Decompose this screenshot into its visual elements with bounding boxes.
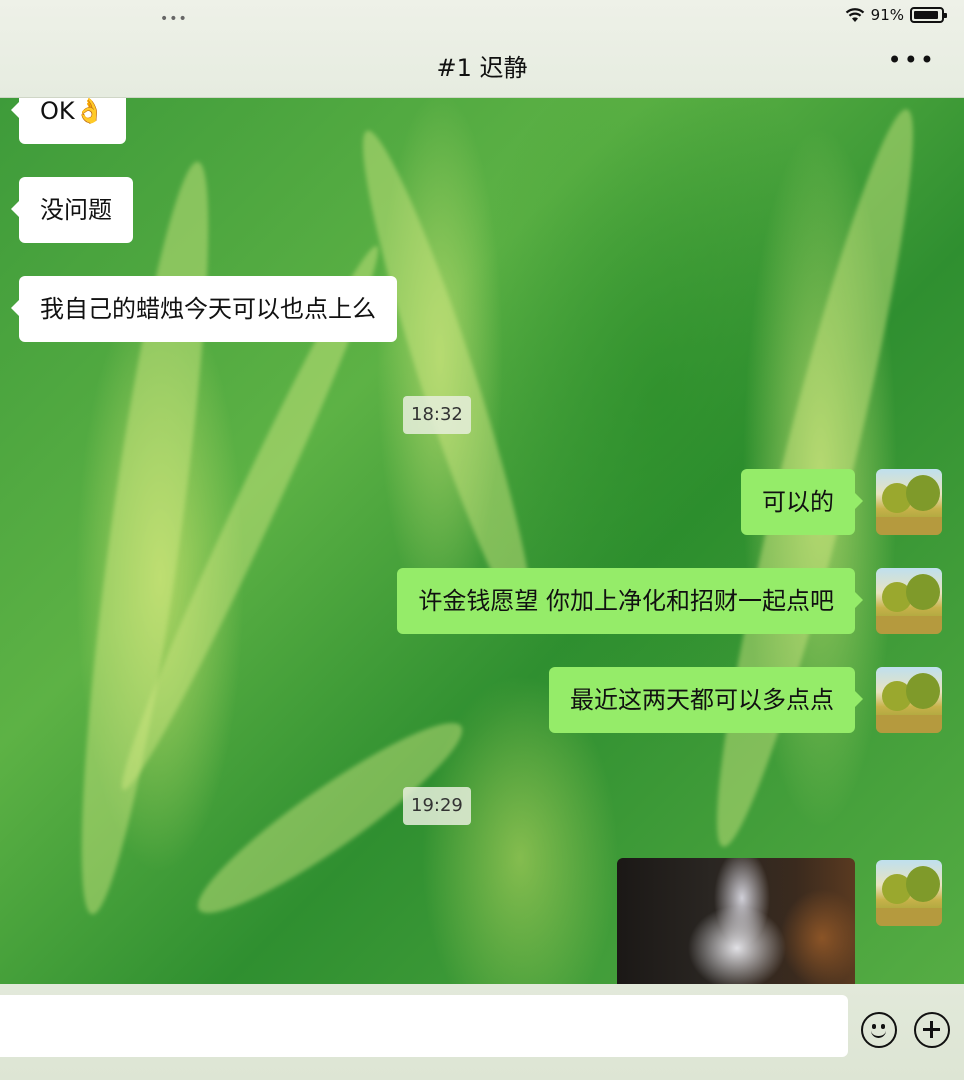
incoming-message[interactable]: 我自己的蜡烛今天可以也点上么 xyxy=(11,276,397,342)
outgoing-message[interactable]: 可以的 xyxy=(741,469,863,535)
battery-level xyxy=(914,11,938,19)
avatar-ground xyxy=(876,715,942,733)
multitask-dots[interactable]: ••• xyxy=(160,11,188,27)
avatar-ground xyxy=(876,517,942,535)
avatar-ground xyxy=(876,908,942,926)
avatar-tree xyxy=(906,673,940,709)
input-bar xyxy=(0,984,964,1080)
message-timestamp: 18:32 xyxy=(403,396,471,434)
message-timestamp: 19:29 xyxy=(403,787,471,825)
add-button[interactable] xyxy=(914,1012,950,1048)
chat-area[interactable]: OK👌 没问题 我自己的蜡烛今天可以也点上么 18:32 可以的 许金钱愿望 你… xyxy=(0,98,964,984)
chat-title: #1 迟静 xyxy=(436,54,528,82)
outgoing-message[interactable]: 许金钱愿望 你加上净化和招财一起点吧 xyxy=(397,568,863,634)
avatar-tree xyxy=(906,866,940,902)
avatar-ground xyxy=(876,616,942,634)
avatar-tree xyxy=(906,475,940,511)
user-avatar[interactable] xyxy=(876,568,942,634)
battery-percentage: 91% xyxy=(870,6,904,24)
background-rice-stalk xyxy=(341,122,554,634)
plus-circle-icon xyxy=(930,1021,933,1038)
message-input[interactable] xyxy=(0,995,848,1057)
emoji-icon xyxy=(871,1029,886,1038)
top-bar: ••• 91% #1 迟静 ••• xyxy=(0,0,964,98)
incoming-message[interactable]: OK👌 xyxy=(11,98,126,144)
outgoing-message[interactable]: 最近这两天都可以多点点 xyxy=(549,667,863,733)
battery-icon xyxy=(910,7,947,23)
user-avatar[interactable] xyxy=(876,469,942,535)
emoji-button[interactable] xyxy=(861,1012,897,1048)
incoming-message[interactable]: 没问题 xyxy=(11,177,133,243)
image-message[interactable] xyxy=(617,858,855,984)
avatar-tree xyxy=(906,574,940,610)
more-options-button[interactable]: ••• xyxy=(888,46,936,74)
user-avatar[interactable] xyxy=(876,860,942,926)
wifi-icon xyxy=(845,8,864,22)
status-area: 91% xyxy=(845,6,947,24)
background-rice-stalk xyxy=(57,156,233,920)
user-avatar[interactable] xyxy=(876,667,942,733)
